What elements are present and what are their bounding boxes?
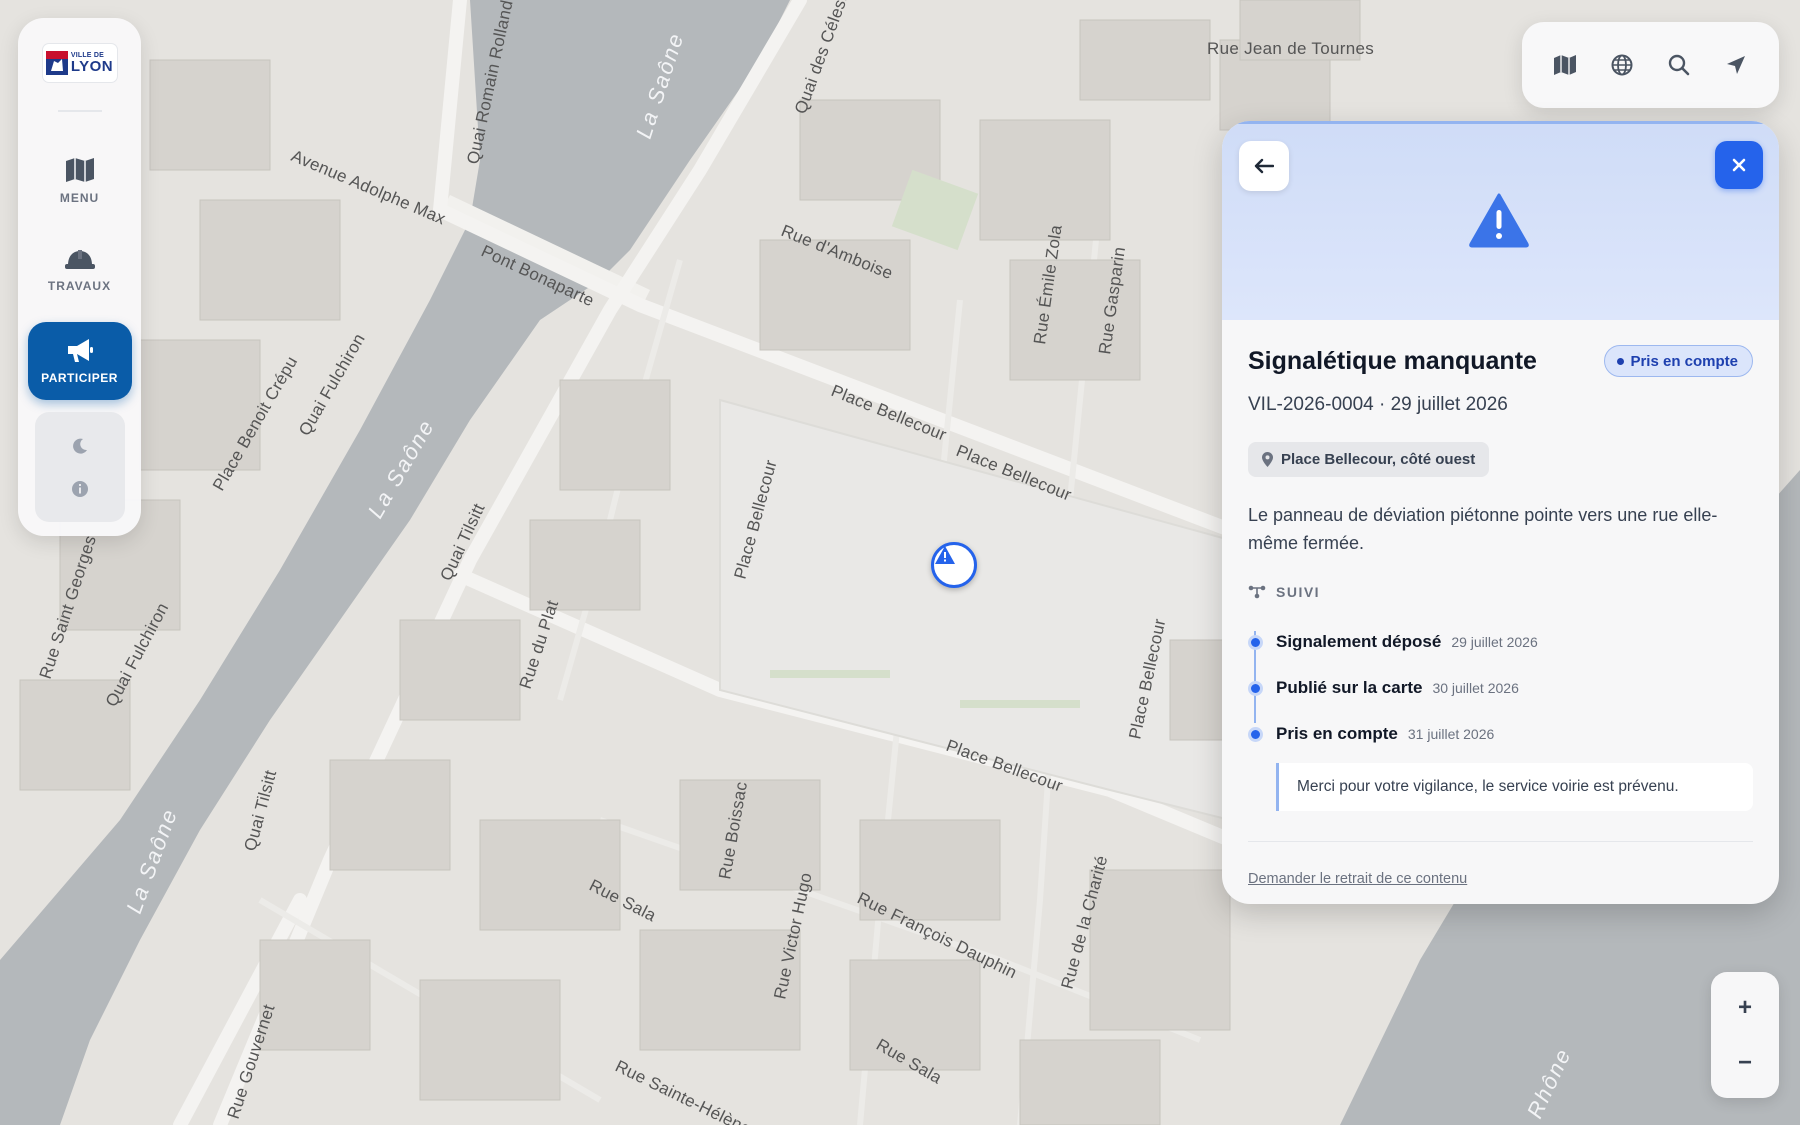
back-button[interactable]: [1239, 141, 1289, 191]
city-logo[interactable]: VILLE DE LYON: [42, 44, 117, 82]
utility-group: [34, 412, 125, 522]
status-badge: Pris en compte: [1604, 345, 1753, 377]
remove-content-link[interactable]: Demander le retrait de ce contenu: [1248, 871, 1467, 887]
report-reference: VIL-2026-0004 · 29 juillet 2026: [1248, 394, 1508, 415]
sidebar-item-participer[interactable]: PARTICIPER: [27, 322, 132, 400]
sidebar-item-label: PARTICIPER: [41, 371, 118, 385]
hard-hat-icon: [64, 250, 95, 269]
report-marker[interactable]: [931, 542, 977, 588]
sidebar-item-label: TRAVAUX: [47, 279, 112, 293]
timeline-item-date: 29 juillet 2026: [1451, 634, 1538, 650]
timeline-item: Signalement déposé 29 juillet 2026: [1248, 619, 1753, 665]
report-title: Signalétique manquante: [1248, 346, 1537, 375]
map-layers-icon: [1553, 55, 1576, 75]
suivi-section-header: SUIVI: [1248, 584, 1753, 600]
sidebar-item-travaux[interactable]: TRAVAUX: [28, 232, 132, 310]
timeline-dot-icon: [1248, 634, 1263, 650]
warning-icon: [935, 546, 955, 564]
map-toolbar: [1522, 22, 1779, 108]
panel-divider: [1248, 841, 1753, 842]
status-badge-label: Pris en compte: [1630, 352, 1738, 370]
moon-icon: [72, 438, 87, 454]
timeline-dot-icon: [1248, 726, 1263, 742]
sidebar-item-label: MENU: [59, 191, 100, 205]
lyon-lion-logo-icon: [45, 51, 68, 75]
left-navigation: VILLE DE LYON MENU TRAVAUX PARTICIPER: [18, 18, 141, 536]
status-dot-icon: [1617, 357, 1625, 365]
location-chip: Place Bellecour, côté ouest: [1248, 442, 1490, 477]
street-label: Rue Jean de Tournes: [1207, 39, 1374, 58]
language-button[interactable]: [1600, 43, 1644, 87]
report-detail-panel: Signalétique manquante Pris en compte VI…: [1222, 121, 1779, 904]
map-pin-icon: [1262, 452, 1273, 467]
locate-arrow-icon: [1727, 56, 1746, 74]
sidebar-item-menu[interactable]: MENU: [28, 142, 132, 220]
zoom-out-button[interactable]: −: [1723, 1041, 1767, 1085]
search-button[interactable]: [1657, 43, 1701, 87]
globe-icon: [1611, 54, 1633, 76]
info-icon: [71, 480, 88, 497]
info-button[interactable]: [62, 471, 98, 507]
panel-header: [1222, 121, 1779, 320]
timeline-item: Pris en compte 31 juillet 2026: [1248, 711, 1753, 757]
timeline-item-label: Signalement déposé: [1276, 632, 1442, 651]
timeline-dot-icon: [1248, 680, 1263, 696]
timeline-item-label: Pris en compte: [1276, 724, 1398, 743]
megaphone-icon: [67, 339, 93, 362]
timeline-note: Merci pour votre vigilance, le service v…: [1276, 763, 1753, 811]
zoom-in-button[interactable]: +: [1723, 986, 1767, 1030]
location-label: Place Bellecour, côté ouest: [1281, 451, 1476, 468]
timeline-item-date: 31 juillet 2026: [1407, 726, 1495, 742]
logo-big-text: LYON: [70, 58, 114, 75]
timeline-item: Publié sur la carte 30 juillet 2026: [1248, 665, 1753, 711]
suivi-label: SUIVI: [1276, 584, 1321, 600]
tracking-icon: [1248, 585, 1266, 599]
layers-button[interactable]: [1543, 43, 1587, 87]
nav-divider: [57, 110, 102, 112]
zoom-control: + −: [1711, 972, 1779, 1098]
status-timeline: Signalement déposé 29 juillet 2026 Publi…: [1248, 619, 1753, 811]
report-description: Le panneau de déviation piétonne pointe …: [1248, 505, 1718, 553]
dark-mode-toggle[interactable]: [62, 428, 98, 464]
locate-button[interactable]: [1714, 43, 1758, 87]
timeline-item-date: 30 juillet 2026: [1432, 680, 1519, 696]
close-icon: [1732, 158, 1746, 172]
arrow-left-icon: [1254, 158, 1274, 174]
close-button[interactable]: [1715, 141, 1763, 189]
timeline-item-label: Publié sur la carte: [1276, 678, 1423, 697]
search-icon: [1668, 54, 1690, 76]
map-icon: [65, 158, 94, 182]
warning-icon: [1469, 193, 1529, 248]
